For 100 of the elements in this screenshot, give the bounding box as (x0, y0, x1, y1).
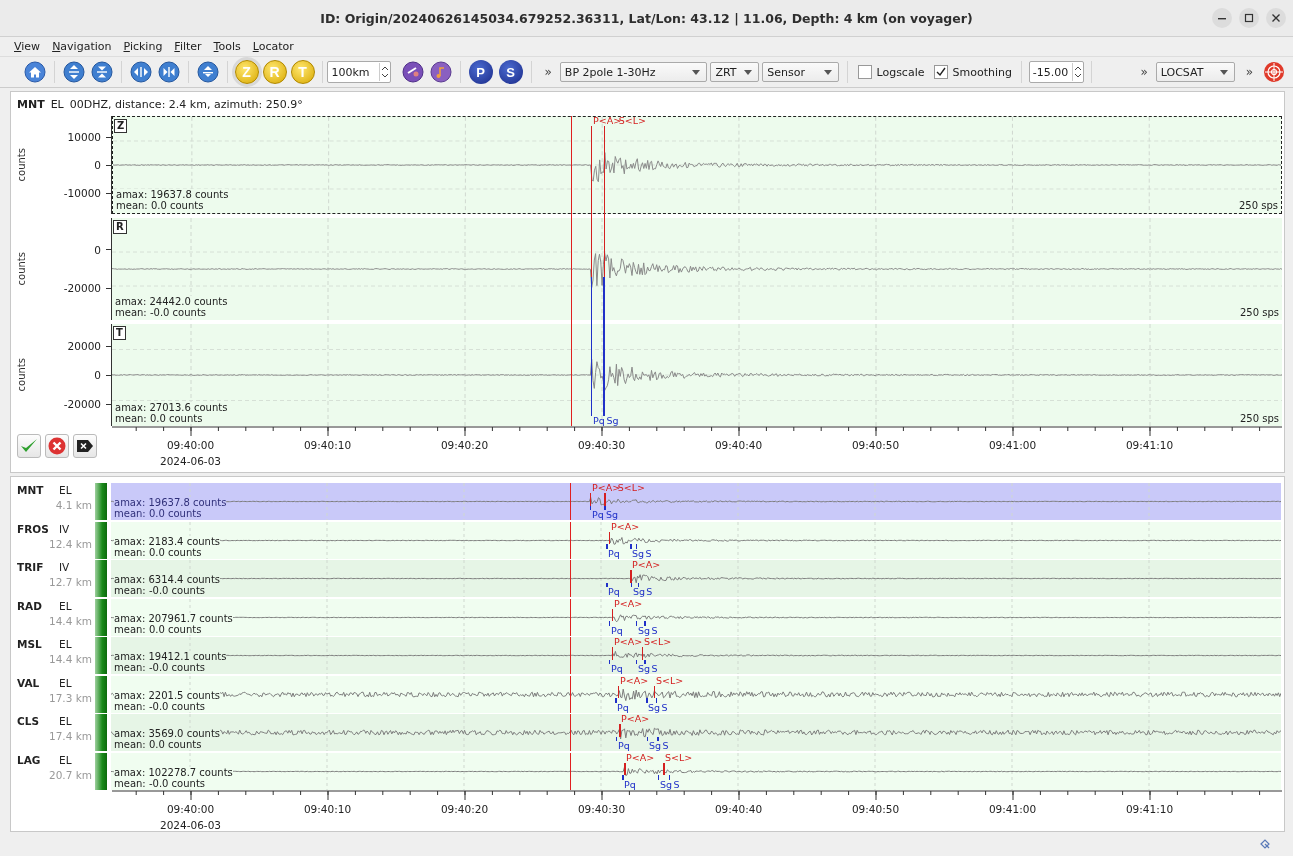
pick-label: P<A> (632, 560, 661, 570)
station-distance: 12.4 km (48, 537, 92, 550)
network-code: EL (59, 638, 72, 650)
mean-info: mean: 0.0 counts (114, 623, 202, 635)
locator-dropdown[interactable]: LOCSAT (1155, 62, 1235, 82)
trace-row[interactable]: amax: 19412.1 counts mean: -0.0 counts P<A> S<L> Pq Sg S (111, 637, 1281, 674)
reject-button[interactable] (45, 434, 69, 458)
trace-row[interactable]: amax: 207961.7 counts mean: 0.0 counts P<A> Pq Sg S (111, 598, 1281, 636)
pick-line[interactable] (612, 608, 614, 622)
pick-label: S<L> (665, 752, 693, 763)
mean-info: mean: 0.0 counts (114, 508, 202, 519)
home-icon (24, 61, 47, 83)
pick-line[interactable] (617, 685, 620, 699)
mean-info: mean: -0.0 counts (114, 777, 206, 789)
axis-label: counts (16, 358, 27, 392)
axis-tick-label: 0 (94, 158, 101, 172)
pick-label: Pq (608, 587, 620, 597)
station-code: MSL (17, 638, 42, 650)
next-button[interactable] (73, 434, 97, 458)
axis-tick-label: -10000 (63, 186, 101, 200)
amplitude-info: amax: 6314.4 counts (114, 574, 221, 585)
overflow-marker[interactable]: » (1245, 65, 1254, 79)
unit-dropdown[interactable]: Sensor (762, 62, 839, 82)
pick-label: S (651, 664, 658, 674)
station-distance: 17.3 km (48, 691, 92, 704)
menu-item[interactable]: Navigation (52, 40, 112, 53)
trace-row[interactable]: amax: 3569.0 counts mean: 0.0 counts P<A> Pq Sg S (111, 714, 1281, 751)
expand-vertical-button[interactable] (61, 59, 87, 85)
pick-line[interactable] (624, 762, 626, 776)
time-tick-label: 09:40:50 (851, 439, 900, 452)
trace-row[interactable]: amax: 102278.7 counts mean: -0.0 counts P<A> S<L> Pq Sg S (111, 752, 1281, 790)
pick-label: S (673, 779, 680, 790)
station-distance: 12.7 km (48, 576, 92, 588)
menu-item[interactable]: Locator (252, 40, 294, 53)
axis-tick-label: 0 (94, 242, 101, 257)
pick-label: P<A> (614, 598, 643, 609)
time-tick-label: 09:41:00 (988, 439, 1037, 452)
note-icon (429, 61, 452, 83)
pick-line[interactable] (591, 277, 593, 416)
pick-line[interactable] (608, 531, 611, 545)
station-code: MNT (17, 484, 44, 496)
menu-item[interactable]: Filter (174, 40, 202, 53)
pick-label: P<A> (610, 521, 640, 532)
align-button[interactable] (194, 59, 221, 85)
compress-horizontal-icon (157, 61, 180, 83)
checkbox-label: Smoothing (952, 65, 1012, 79)
compress-horizontal-button[interactable] (155, 59, 182, 85)
component-label: R (113, 220, 127, 234)
menu-item[interactable]: Tools (213, 40, 241, 53)
pick-line[interactable] (604, 126, 606, 278)
rotation-dropdown[interactable]: ZRT (710, 62, 760, 82)
close-icon[interactable] (1266, 8, 1286, 28)
pick-label: S<L> (643, 637, 672, 647)
expand-horizontal-button[interactable] (127, 59, 154, 85)
phase-button[interactable]: S (498, 60, 523, 84)
pick-line[interactable] (663, 762, 665, 776)
pick-line[interactable] (654, 685, 656, 699)
sound-button[interactable] (427, 59, 454, 85)
trace-row[interactable]: amax: 2201.5 counts mean: -0.0 counts P<A> S<L> Pq Sg S (111, 675, 1281, 713)
value-spinbox[interactable]: -15.00 (1028, 61, 1084, 83)
sample-rate: 250 sps (1238, 200, 1278, 211)
menu-item[interactable]: Picking (123, 40, 163, 53)
pick-label: Sg (606, 510, 619, 520)
pick-label: Pq (610, 664, 623, 674)
pick-label: Sg (659, 779, 673, 790)
filter-dropdown[interactable]: BP 2pole 1-30Hz (559, 62, 708, 82)
spin-arrows-icon[interactable] (378, 63, 390, 81)
home-button[interactable] (22, 59, 49, 85)
pick-label: P<A> (626, 752, 655, 763)
trace-row[interactable]: amax: 19637.8 counts mean: 0.0 counts P<A>S<L> Pq Sg (111, 483, 1281, 520)
pick-line[interactable] (591, 126, 593, 278)
mean-info: mean: 0.0 counts (115, 413, 203, 424)
menu-item[interactable]: View (14, 40, 41, 53)
accept-button[interactable] (17, 434, 41, 458)
compress-vertical-button[interactable] (89, 59, 115, 85)
trace-row[interactable]: amax: 2183.4 counts mean: 0.0 counts P<A> Pq Sg S (111, 521, 1281, 559)
phase-button[interactable]: P (468, 60, 493, 84)
overflow-marker[interactable]: » (1140, 65, 1148, 79)
trace-row[interactable]: amax: 6314.4 counts mean: -0.0 counts P<A> Pq Sg S (111, 560, 1281, 597)
mean-info: mean: -0.0 counts (114, 585, 206, 596)
status-indicator (95, 714, 107, 751)
distance-spinbox[interactable]: 100km (327, 61, 391, 83)
logscale-checkbox[interactable] (858, 65, 873, 79)
pick-label: P<A> (621, 714, 650, 724)
component-label: Z (114, 119, 128, 133)
pick-line[interactable] (612, 647, 614, 660)
overflow-marker[interactable]: » (544, 65, 552, 79)
smoothing-checkbox[interactable] (934, 65, 949, 79)
amplitude-info: amax: 2183.4 counts (114, 535, 221, 547)
time-tick-label: 09:41:00 (988, 802, 1037, 816)
spin-arrows-icon[interactable] (1071, 63, 1083, 81)
trace-plot[interactable]: R amax: 24442.0 counts mean: -0.0 counts 250 sps (112, 218, 1282, 320)
pick-line[interactable] (641, 647, 644, 660)
station-distance: 14.4 km (48, 653, 92, 665)
maximize-icon[interactable] (1239, 8, 1259, 28)
status-indicator (95, 598, 107, 636)
status-icon (1259, 838, 1271, 850)
amplitude-info: amax: 3569.0 counts (114, 728, 221, 739)
station-code: RAD (17, 599, 42, 612)
dropdown-arrow-icon (744, 69, 753, 75)
